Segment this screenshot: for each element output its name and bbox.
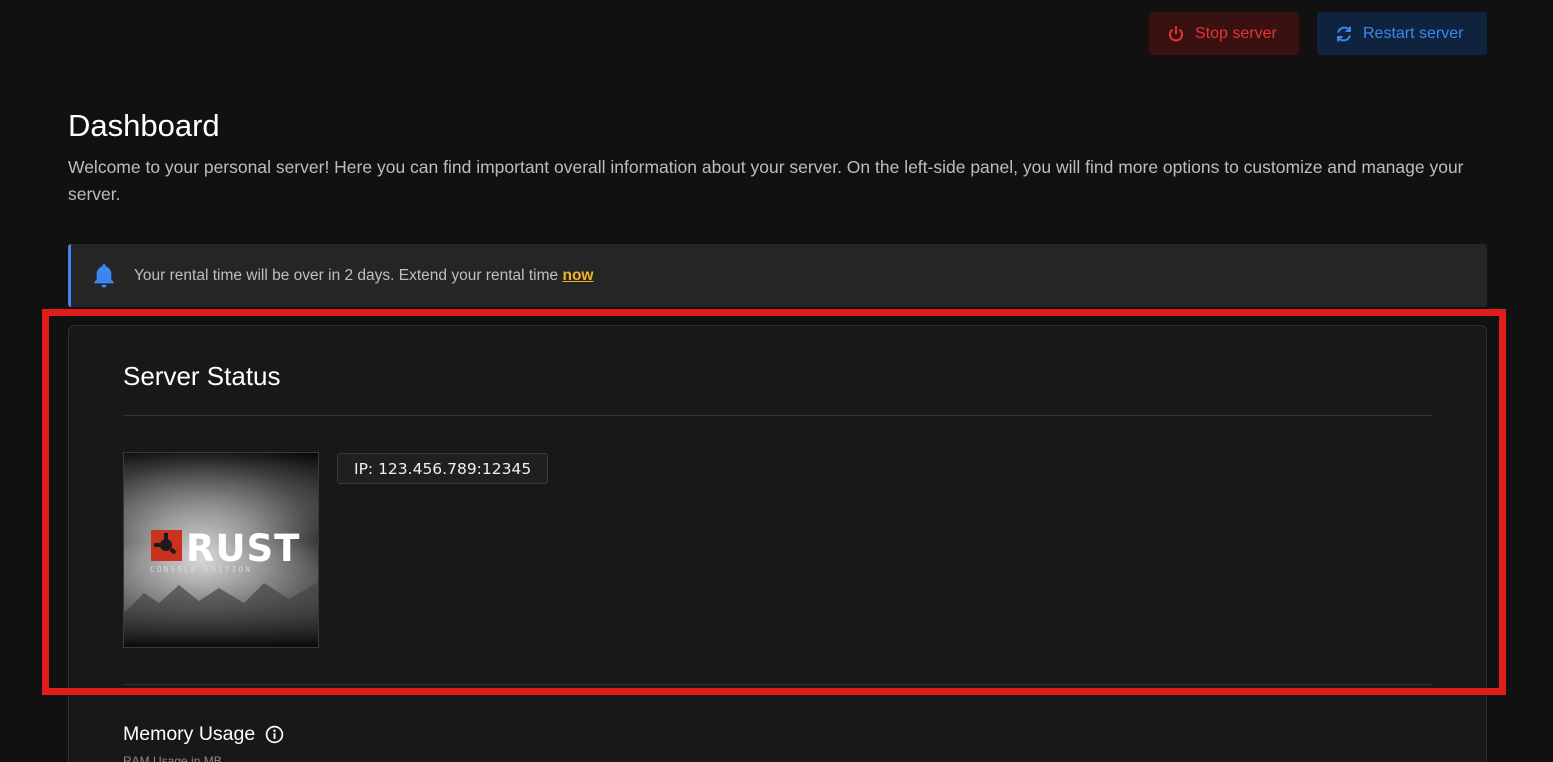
memory-usage-title: Memory Usage — [123, 723, 256, 745]
extend-rental-link[interactable]: now — [562, 267, 593, 284]
game-logo-subtext: CONSOLE EDITION — [150, 565, 252, 574]
memory-usage-heading: Memory Usage — [123, 723, 284, 746]
bell-icon — [94, 263, 114, 288]
game-logo-text: RUST — [186, 527, 300, 570]
server-ip-badge[interactable]: IP: 123.456.789:12345 — [337, 453, 549, 484]
memory-usage-subtitle: RAM Usage in MB — [123, 754, 222, 762]
page-title: Dashboard — [68, 108, 220, 143]
section-divider — [123, 684, 1433, 685]
rental-alert-text: Your rental time will be over in 2 days.… — [134, 267, 593, 285]
rental-alert: Your rental time will be over in 2 days.… — [68, 244, 1487, 307]
server-status-title: Server Status — [123, 361, 281, 391]
rust-logo-art: RUST CONSOLE EDITION — [124, 453, 318, 647]
page-intro: Welcome to your personal server! Here yo… — [68, 157, 1464, 204]
info-icon[interactable] — [265, 725, 284, 744]
server-status-card: Server Status RUST CONSOLE EDITION IP: 1… — [68, 325, 1487, 762]
stop-server-label: Stop server — [1195, 24, 1277, 42]
restart-server-button[interactable]: Restart server — [1317, 12, 1487, 55]
section-divider — [123, 415, 1433, 416]
dashboard-page: Stop server Restart server Dashboard Wel… — [0, 0, 1553, 762]
rental-alert-message: Your rental time will be over in 2 days.… — [134, 266, 559, 284]
refresh-icon — [1337, 25, 1351, 42]
stop-server-button[interactable]: Stop server — [1149, 12, 1299, 55]
game-logo-image: RUST CONSOLE EDITION — [123, 452, 319, 648]
restart-server-label: Restart server — [1363, 24, 1464, 42]
power-icon — [1169, 25, 1183, 41]
